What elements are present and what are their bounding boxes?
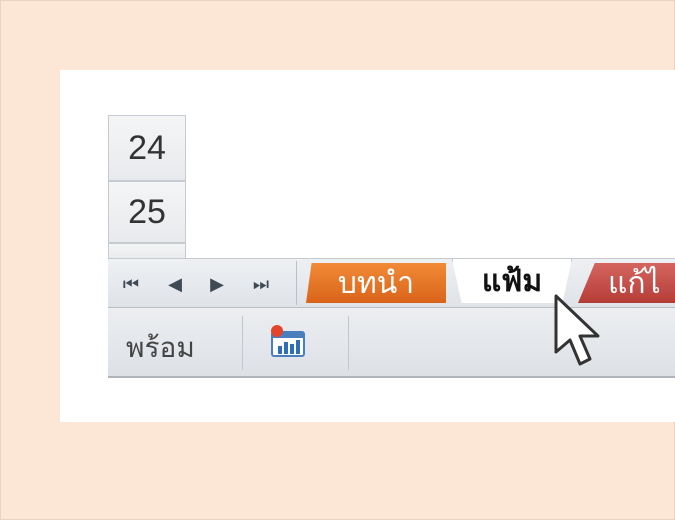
record-macro-icon[interactable] — [268, 324, 308, 360]
last-sheet-button[interactable]: ⏭ — [244, 267, 278, 301]
row-header-partial[interactable] — [108, 243, 186, 259]
status-ready-text: พร้อม — [126, 331, 195, 364]
mouse-pointer-icon — [552, 294, 612, 374]
tab-nav-divider — [296, 261, 297, 305]
spreadsheet-area: 24 25 ⏮ ◀ ▶ ⏭ บทนำ แฟ้ม แก้ไ พร้อม — [60, 70, 675, 422]
row-header-24[interactable]: 24 — [108, 115, 186, 181]
row-header-25[interactable]: 25 — [108, 181, 186, 243]
first-sheet-button[interactable]: ⏮ — [114, 267, 148, 301]
status-divider — [348, 316, 349, 370]
sheet-tab-intro[interactable]: บทนำ — [306, 263, 446, 303]
status-divider — [242, 316, 243, 370]
previous-sheet-button[interactable]: ◀ — [158, 267, 192, 301]
next-sheet-button[interactable]: ▶ — [200, 267, 234, 301]
